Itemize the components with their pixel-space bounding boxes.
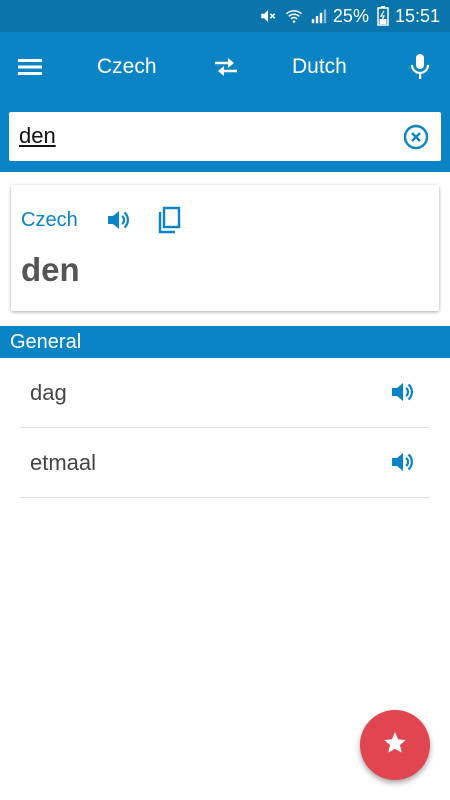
translation-text: etmaal bbox=[30, 450, 97, 475]
speaker-icon[interactable] bbox=[390, 380, 416, 404]
microphone-icon[interactable] bbox=[405, 52, 435, 82]
speaker-icon[interactable] bbox=[105, 207, 133, 233]
mute-icon bbox=[259, 7, 277, 25]
card-language-label: Czech bbox=[21, 209, 78, 231]
app-bar: Czech Dutch bbox=[0, 32, 450, 102]
speaker-icon[interactable] bbox=[390, 450, 416, 474]
signal-icon bbox=[311, 7, 327, 25]
list-item[interactable]: etmaal bbox=[20, 428, 430, 498]
battery-percent: 25% bbox=[332, 5, 369, 26]
star-icon bbox=[382, 730, 408, 761]
search-input[interactable] bbox=[19, 121, 389, 151]
target-language-button[interactable]: Dutch bbox=[292, 54, 347, 80]
word-card: Czech den bbox=[11, 185, 439, 311]
status-bar: 25% 15:51 bbox=[0, 0, 450, 32]
menu-icon[interactable] bbox=[14, 53, 46, 81]
dictionary-screen: 25% 15:51 Czech Dutch Czech bbox=[0, 0, 450, 800]
clock: 15:51 bbox=[394, 5, 440, 26]
favorite-button[interactable] bbox=[360, 710, 430, 780]
list-item[interactable]: dag bbox=[20, 358, 430, 428]
clear-circle-icon[interactable] bbox=[402, 123, 430, 151]
source-language-button[interactable]: Czech bbox=[97, 54, 157, 80]
translation-text: dag bbox=[30, 380, 67, 405]
section-header: General bbox=[0, 326, 450, 358]
swap-icon[interactable] bbox=[210, 52, 242, 82]
copy-icon[interactable] bbox=[155, 205, 183, 235]
battery-icon bbox=[377, 6, 389, 26]
card-word: den bbox=[21, 251, 80, 288]
search-box bbox=[9, 112, 441, 161]
wifi-icon bbox=[285, 7, 303, 25]
search-bar bbox=[0, 102, 450, 172]
